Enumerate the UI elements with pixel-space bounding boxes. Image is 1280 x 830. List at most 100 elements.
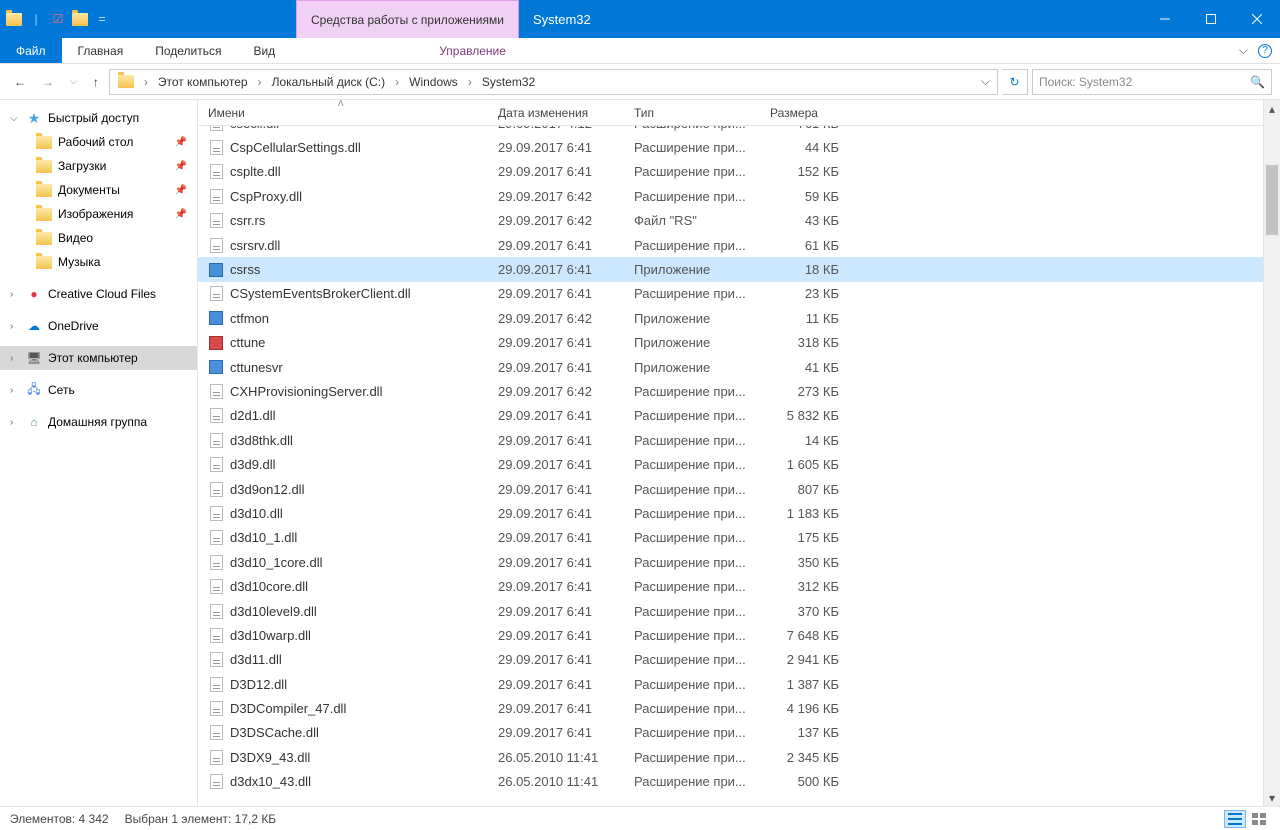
tab-file[interactable]: Файл	[0, 38, 62, 63]
file-row[interactable]: d3d10.dll29.09.2017 6:41Расширение при..…	[198, 501, 1280, 525]
file-size: 2 941 КБ	[762, 652, 847, 667]
sidebar-documents[interactable]: Документы📌	[0, 178, 197, 202]
scroll-down-icon[interactable]: ▾	[1264, 789, 1280, 806]
scrollbar[interactable]: ▴ ▾	[1263, 100, 1280, 806]
address-dropdown-icon[interactable]: ⌵	[975, 70, 995, 94]
file-row[interactable]: CspProxy.dll29.09.2017 6:42Расширение пр…	[198, 184, 1280, 208]
file-size: 1 605 КБ	[762, 457, 847, 472]
sidebar-onedrive[interactable]: ›☁OneDrive	[0, 314, 197, 338]
sidebar-desktop[interactable]: Рабочий стол📌	[0, 130, 197, 154]
file-row[interactable]: D3DSCache.dll29.09.2017 6:41Расширение п…	[198, 721, 1280, 745]
new-folder-icon[interactable]	[72, 11, 88, 27]
sidebar-music[interactable]: Музыка	[0, 250, 197, 274]
file-row[interactable]: csrss29.09.2017 6:41Приложение18 КБ	[198, 257, 1280, 281]
scrollbar-thumb[interactable]	[1266, 165, 1278, 235]
homegroup-icon: ⌂	[26, 414, 42, 430]
breadcrumb-system32[interactable]: System32	[476, 70, 541, 94]
file-type: Расширение при...	[626, 555, 762, 570]
pin-icon: 📌	[175, 161, 187, 172]
up-button[interactable]: ↑	[93, 75, 99, 89]
file-row[interactable]: d3d10warp.dll29.09.2017 6:41Расширение п…	[198, 623, 1280, 647]
file-date: 29.09.2017 6:41	[490, 238, 626, 253]
back-button[interactable]: ←	[14, 75, 26, 89]
file-size: 318 КБ	[762, 335, 847, 350]
view-large-button[interactable]	[1248, 810, 1270, 828]
qat-dropdown-icon[interactable]: =	[94, 11, 110, 27]
file-row[interactable]: D3DCompiler_47.dll29.09.2017 6:41Расшире…	[198, 696, 1280, 720]
navigation-bar: ← → ⌵ ↑ › Этот компьютер › Локальный дис…	[0, 64, 1280, 100]
forward-button[interactable]: →	[42, 75, 54, 89]
chevron-right-icon[interactable]: ›	[254, 75, 266, 89]
column-name[interactable]: Имени	[198, 106, 490, 120]
scrollbar-track[interactable]	[1264, 117, 1280, 789]
sidebar-creative-cloud[interactable]: ›●Creative Cloud Files	[0, 282, 197, 306]
view-details-button[interactable]	[1224, 810, 1246, 828]
tab-home[interactable]: Главная	[62, 38, 140, 63]
search-input[interactable]: Поиск: System32 🔍	[1032, 69, 1272, 95]
breadcrumb-thispc[interactable]: Этот компьютер	[152, 70, 254, 94]
file-row[interactable]: d3d9.dll29.09.2017 6:41Расширение при...…	[198, 452, 1280, 476]
file-row[interactable]: CSystemEventsBrokerClient.dll29.09.2017 …	[198, 282, 1280, 306]
file-row[interactable]: d3d11.dll29.09.2017 6:41Расширение при..…	[198, 648, 1280, 672]
file-date: 29.09.2017 6:41	[490, 164, 626, 179]
file-size: 18 КБ	[762, 262, 847, 277]
file-row[interactable]: d3d8thk.dll29.09.2017 6:41Расширение при…	[198, 428, 1280, 452]
file-row[interactable]: cttune29.09.2017 6:41Приложение318 КБ	[198, 331, 1280, 355]
file-row[interactable]: d3d9on12.dll29.09.2017 6:41Расширение пр…	[198, 477, 1280, 501]
sidebar-pictures[interactable]: Изображения📌	[0, 202, 197, 226]
sidebar-network[interactable]: ›🖧Сеть	[0, 378, 197, 402]
file-date: 29.09.2017 6:41	[490, 725, 626, 740]
address-bar[interactable]: › Этот компьютер › Локальный диск (C:) ›…	[109, 69, 998, 95]
column-size[interactable]: Размера	[762, 106, 847, 120]
scroll-up-icon[interactable]: ▴	[1264, 100, 1280, 117]
sidebar-homegroup[interactable]: ›⌂Домашняя группа	[0, 410, 197, 434]
column-date[interactable]: Дата изменения	[490, 106, 626, 120]
chevron-right-icon[interactable]: ›	[464, 75, 476, 89]
close-button[interactable]	[1234, 0, 1280, 38]
file-name: D3DCompiler_47.dll	[230, 701, 346, 716]
file-row[interactable]: CXHProvisioningServer.dll29.09.2017 6:42…	[198, 379, 1280, 403]
file-row[interactable]: csplte.dll29.09.2017 6:41Расширение при.…	[198, 160, 1280, 184]
tab-manage[interactable]: Управление	[423, 38, 522, 63]
chevron-right-icon[interactable]: ›	[391, 75, 403, 89]
sidebar-label: Документы	[58, 183, 120, 197]
refresh-button[interactable]: ↻	[1002, 69, 1028, 95]
file-row[interactable]: CspCellularSettings.dll29.09.2017 6:41Ра…	[198, 135, 1280, 159]
sidebar-quick-access[interactable]: ⌵★Быстрый доступ	[0, 106, 197, 130]
file-row[interactable]: csrsrv.dll29.09.2017 6:41Расширение при.…	[198, 233, 1280, 257]
file-row[interactable]: d3d10_1core.dll29.09.2017 6:41Расширение…	[198, 550, 1280, 574]
file-date: 29.09.2017 6:41	[490, 530, 626, 545]
chevron-right-icon[interactable]: ›	[140, 75, 152, 89]
file-name: D3DX9_43.dll	[230, 750, 310, 765]
recent-dropdown-icon[interactable]: ⌵	[70, 76, 77, 87]
maximize-button[interactable]	[1188, 0, 1234, 38]
ribbon-expand-icon[interactable]: ⌵	[1239, 43, 1248, 58]
file-row[interactable]: d3d10core.dll29.09.2017 6:41Расширение п…	[198, 574, 1280, 598]
address-folder-icon[interactable]	[112, 70, 140, 94]
breadcrumb-windows[interactable]: Windows	[403, 70, 464, 94]
column-type[interactable]: Тип	[626, 106, 762, 120]
file-size: 761 КБ	[762, 126, 847, 131]
file-row[interactable]: ctfmon29.09.2017 6:42Приложение11 КБ	[198, 306, 1280, 330]
contextual-tab[interactable]: Средства работы с приложениями	[296, 0, 519, 38]
file-name-cell: D3DX9_43.dll	[198, 749, 490, 765]
breadcrumb-drive[interactable]: Локальный диск (C:)	[266, 70, 392, 94]
sidebar-videos[interactable]: Видео	[0, 226, 197, 250]
file-name: d3d8thk.dll	[230, 433, 293, 448]
sidebar-this-pc[interactable]: ›🖥Этот компьютер	[0, 346, 197, 370]
file-row[interactable]: csecli.dll29.09.2017 4:12Расширение при.…	[198, 126, 1280, 135]
minimize-button[interactable]	[1142, 0, 1188, 38]
tab-share[interactable]: Поделиться	[139, 38, 237, 63]
sidebar-downloads[interactable]: Загрузки📌	[0, 154, 197, 178]
help-icon[interactable]: ?	[1258, 44, 1272, 58]
file-row[interactable]: D3D12.dll29.09.2017 6:41Расширение при..…	[198, 672, 1280, 696]
properties-icon[interactable]: ☑	[50, 11, 66, 27]
file-row[interactable]: cttunesvr29.09.2017 6:41Приложение41 КБ	[198, 355, 1280, 379]
file-row[interactable]: d3dx10_43.dll26.05.2010 11:41Расширение …	[198, 770, 1280, 794]
file-row[interactable]: D3DX9_43.dll26.05.2010 11:41Расширение п…	[198, 745, 1280, 769]
file-row[interactable]: d3d10_1.dll29.09.2017 6:41Расширение при…	[198, 526, 1280, 550]
tab-view[interactable]: Вид	[237, 38, 291, 63]
file-row[interactable]: d2d1.dll29.09.2017 6:41Расширение при...…	[198, 404, 1280, 428]
file-row[interactable]: d3d10level9.dll29.09.2017 6:41Расширение…	[198, 599, 1280, 623]
file-row[interactable]: csrr.rs29.09.2017 6:42Файл "RS"43 КБ	[198, 209, 1280, 233]
